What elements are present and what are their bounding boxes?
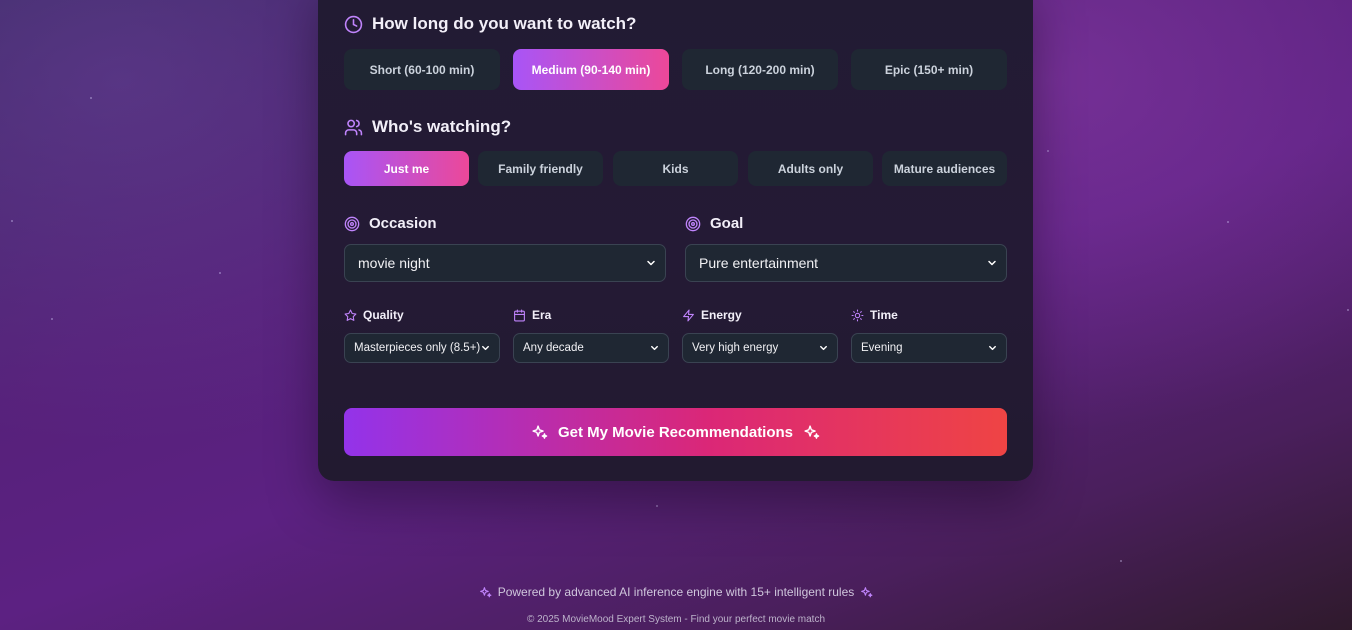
occasion-select[interactable]: movie night — [344, 244, 666, 282]
audience-option-label: Adults only — [777, 161, 844, 176]
era-value: Any decade — [523, 342, 584, 354]
background-star — [1120, 560, 1122, 562]
lightning-icon — [682, 309, 695, 322]
get-recommendations-button[interactable]: Get My Movie Recommendations — [344, 408, 1007, 456]
powered-by-text: Powered by advanced AI inference engine … — [497, 585, 855, 599]
audience-title: Who's watching? — [372, 117, 512, 136]
duration-option-label: Long (120-200 min) — [705, 62, 815, 77]
audience-heading: Who's watching? — [344, 117, 1007, 137]
goal-select[interactable]: Pure entertainment — [685, 244, 1007, 282]
users-icon — [344, 118, 363, 137]
copyright-text: © 2025 MovieMood Expert System - Find yo… — [526, 614, 826, 625]
background-star — [1227, 221, 1229, 223]
quality-value: Masterpieces only (8.5+) — [354, 342, 481, 354]
audience-option-kids[interactable]: Kids — [613, 151, 738, 186]
audience-option-label: Family friendly — [498, 161, 583, 176]
audience-option-just-me[interactable]: Just me — [344, 151, 469, 186]
duration-option-label: Medium (90-140 min) — [531, 62, 651, 77]
goal-heading: Goal — [685, 215, 743, 232]
quality-select[interactable]: Masterpieces only (8.5+) — [344, 333, 500, 363]
duration-option-long[interactable]: Long (120-200 min) — [682, 49, 838, 90]
preferences-panel: How long do you want to watch? Short (60… — [318, 0, 1033, 481]
duration-option-medium[interactable]: Medium (90-140 min) — [513, 49, 669, 90]
quality-heading: Quality — [344, 308, 404, 322]
energy-select[interactable]: Very high energy — [682, 333, 838, 363]
quality-label: Quality — [363, 308, 404, 322]
chevron-down-icon — [986, 257, 998, 269]
sun-icon — [851, 309, 864, 322]
occasion-heading: Occasion — [344, 215, 437, 232]
chevron-down-icon — [818, 343, 829, 354]
sparkles-icon — [531, 424, 548, 441]
background-star — [1047, 150, 1049, 152]
clock-icon — [344, 15, 363, 34]
chevron-down-icon — [645, 257, 657, 269]
audience-option-adults-only[interactable]: Adults only — [748, 151, 873, 186]
occasion-label: Occasion — [369, 215, 437, 232]
duration-title: How long do you want to watch? — [372, 14, 637, 33]
chevron-down-icon — [649, 343, 660, 354]
sparkles-icon — [803, 424, 820, 441]
energy-value: Very high energy — [692, 342, 779, 354]
audience-option-label: Kids — [662, 161, 689, 176]
goal-value: Pure entertainment — [699, 255, 819, 271]
duration-option-label: Epic (150+ min) — [884, 62, 974, 77]
sparkles-icon — [479, 586, 492, 599]
star-icon — [344, 309, 357, 322]
duration-option-epic[interactable]: Epic (150+ min) — [851, 49, 1007, 90]
calendar-icon — [513, 309, 526, 322]
duration-option-short[interactable]: Short (60-100 min) — [344, 49, 500, 90]
duration-heading: How long do you want to watch? — [344, 14, 1007, 34]
background-star — [656, 505, 658, 507]
chevron-down-icon — [987, 343, 998, 354]
energy-label: Energy — [701, 308, 742, 322]
background-star — [1347, 309, 1349, 311]
duration-option-label: Short (60-100 min) — [369, 62, 475, 77]
background-star — [51, 318, 53, 320]
occasion-value: movie night — [358, 255, 430, 271]
energy-heading: Energy — [682, 308, 742, 322]
powered-by-line: Powered by advanced AI inference engine … — [0, 585, 1352, 599]
copyright-line: © 2025 MovieMood Expert System - Find yo… — [0, 614, 1352, 625]
sparkles-icon — [860, 586, 873, 599]
time-label: Time — [870, 308, 898, 322]
cta-label: Get My Movie Recommendations — [557, 423, 794, 441]
era-heading: Era — [513, 308, 551, 322]
chevron-down-icon — [480, 343, 491, 354]
time-select[interactable]: Evening — [851, 333, 1007, 363]
target-icon — [685, 216, 701, 232]
target-icon — [344, 216, 360, 232]
goal-label: Goal — [710, 215, 744, 232]
audience-option-label: Just me — [383, 161, 430, 176]
era-label: Era — [532, 308, 552, 322]
audience-option-family-friendly[interactable]: Family friendly — [478, 151, 603, 186]
audience-option-mature[interactable]: Mature audiences — [882, 151, 1007, 186]
audience-option-label: Mature audiences — [893, 161, 996, 176]
era-select[interactable]: Any decade — [513, 333, 669, 363]
background-star — [90, 97, 92, 99]
background-star — [219, 272, 221, 274]
background-star — [11, 220, 13, 222]
time-value: Evening — [861, 342, 903, 354]
time-heading: Time — [851, 308, 898, 322]
